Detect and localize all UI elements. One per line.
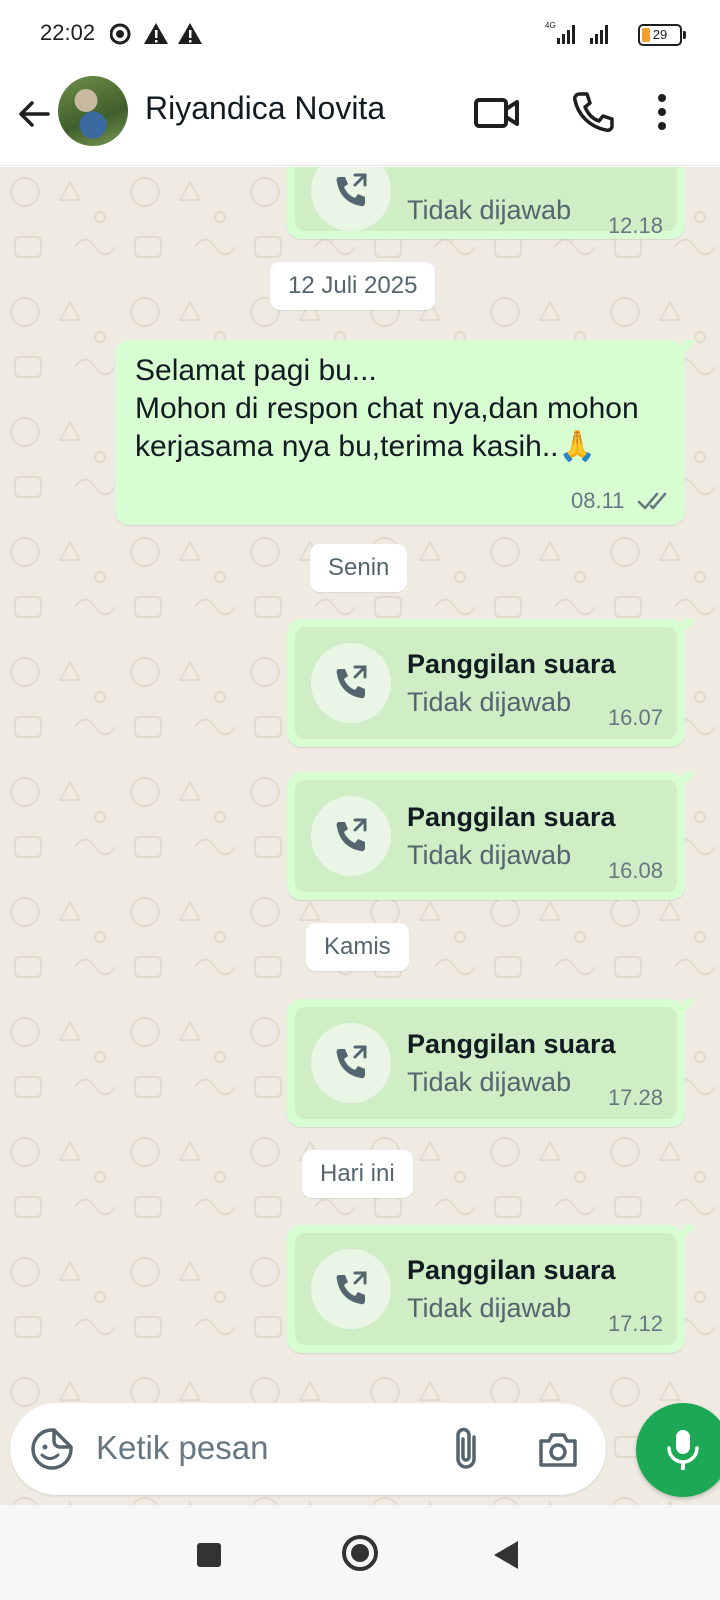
message-input[interactable] [96, 1423, 416, 1473]
missed-call-icon [311, 167, 391, 231]
signal-icon [557, 25, 575, 44]
call-card: Panggilan suara Tidak dijawab 17.12 [295, 1233, 677, 1345]
date-separator: Hari ini [302, 1150, 413, 1198]
date-separator: Senin [310, 544, 408, 592]
call-title: Panggilan suara [407, 649, 616, 679]
call-title: Panggilan suara [407, 802, 616, 832]
call-time: 16.08 [607, 858, 663, 883]
status-icons-right: 4G [545, 20, 635, 53]
more-options-icon[interactable] [652, 88, 700, 136]
call-status: Tidak dijawab [407, 840, 572, 870]
signal-icon [590, 25, 608, 44]
date-separator: 12 Juli 2025 [270, 262, 436, 310]
home-button[interactable] [342, 1535, 378, 1571]
camera-icon[interactable] [536, 1427, 580, 1476]
mic-button[interactable] [636, 1403, 720, 1497]
back-arrow-icon[interactable] [14, 94, 54, 134]
date-separator: Kamis [306, 923, 409, 971]
avatar[interactable] [58, 76, 128, 146]
chat-header: Riyandica Novita [0, 68, 720, 166]
call-status: Tidak dijawab [407, 1293, 572, 1323]
missed-call-icon [311, 1249, 391, 1329]
call-time: 12.18 [607, 213, 663, 238]
battery-icon: 29 [638, 24, 686, 46]
warning-icon [178, 23, 202, 44]
missed-call-icon [311, 1023, 391, 1103]
call-card: Panggilan suara Tidak dijawab 17.28 [295, 1007, 677, 1119]
call-status: Tidak dijawab [407, 195, 572, 225]
call-time: 17.28 [607, 1085, 663, 1110]
call-bubble[interactable]: Panggilan suara Tidak dijawab 16.08 [287, 772, 697, 900]
call-card: Panggilan suara Tidak dijawab 16.08 [295, 780, 677, 892]
battery-level: 29 [652, 27, 668, 42]
video-call-icon[interactable] [473, 88, 521, 136]
warning-icon [144, 23, 168, 44]
call-time: 17.12 [607, 1311, 663, 1336]
missed-call-icon [311, 643, 391, 723]
call-status: Tidak dijawab [407, 1067, 572, 1097]
call-bubble[interactable]: Panggilan suara Tidak dijawab 16.07 [287, 619, 697, 747]
data-saver-icon [109, 23, 131, 45]
contact-name[interactable]: Riyandica Novita [145, 90, 385, 127]
double-check-icon [637, 492, 667, 510]
recents-button[interactable] [197, 1543, 221, 1567]
attach-icon[interactable] [448, 1423, 488, 1478]
network-type-label: 4G [545, 21, 556, 30]
call-bubble[interactable]: Panggilan suara Tidak dijawab 17.12 [287, 1225, 697, 1353]
missed-call-icon [311, 796, 391, 876]
call-time: 16.07 [607, 705, 663, 730]
text-message-bubble[interactable]: Selamat pagi bu... Mohon di respon chat … [115, 340, 697, 525]
call-status: Tidak dijawab [407, 687, 572, 717]
call-title: Panggilan suara [407, 1255, 616, 1285]
call-bubble-partial[interactable]: Tidak dijawab 12.18 [287, 167, 685, 239]
call-bubble[interactable]: Panggilan suara Tidak dijawab 17.28 [287, 999, 697, 1127]
phone-icon[interactable] [568, 88, 616, 136]
call-card: Tidak dijawab 12.18 [295, 167, 677, 238]
message-text: Selamat pagi bu... Mohon di respon chat … [135, 354, 639, 463]
message-composer [10, 1403, 606, 1495]
sticker-icon[interactable] [30, 1427, 74, 1476]
status-time: 22:02 [40, 20, 96, 45]
status-icons-left [109, 20, 220, 53]
back-button[interactable] [494, 1541, 518, 1569]
status-bar: 22:02 4G 29 [0, 0, 720, 68]
mic-icon [667, 1430, 699, 1470]
call-title: Panggilan suara [407, 1029, 616, 1059]
chat-area[interactable]: Tidak dijawab 12.18 12 Juli 2025 Selamat… [0, 167, 720, 1505]
system-nav-bar [0, 1505, 720, 1600]
message-time: 08.11 [571, 488, 625, 513]
call-card: Panggilan suara Tidak dijawab 16.07 [295, 627, 677, 739]
